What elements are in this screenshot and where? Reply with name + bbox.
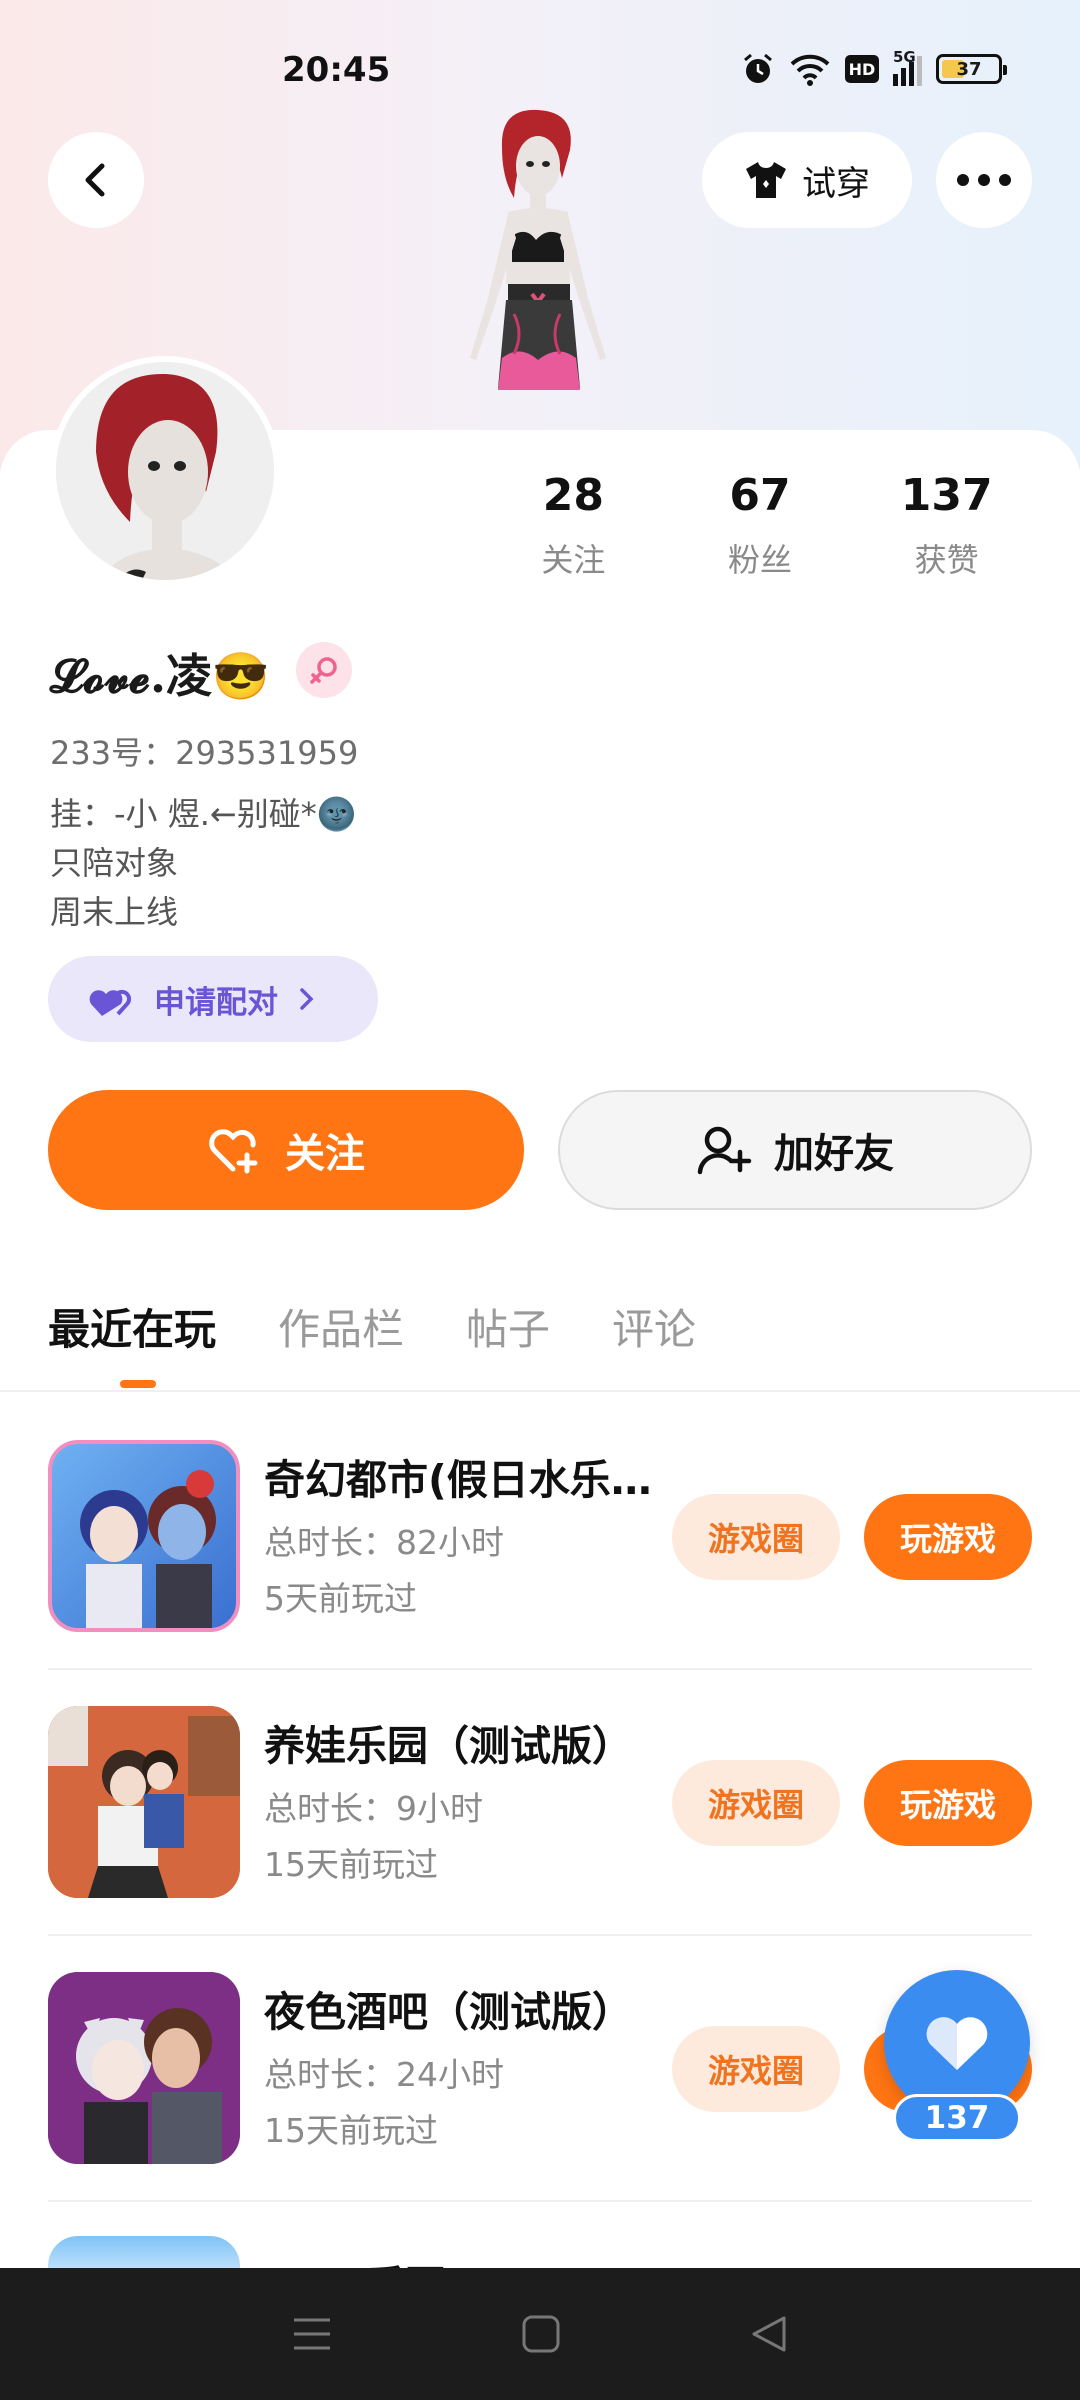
stat-fans[interactable]: 67 粉丝 bbox=[667, 470, 854, 581]
stat-likes[interactable]: 137 获赞 bbox=[853, 470, 1040, 581]
profile-name: 𝓛𝓸𝓿𝓮.凌😎 bbox=[50, 649, 270, 703]
system-nav-bar bbox=[0, 2268, 1080, 2400]
stat-fans-label: 粉丝 bbox=[728, 541, 793, 579]
more-button[interactable] bbox=[936, 132, 1032, 228]
game-icon bbox=[48, 1706, 240, 1898]
bio-line: 周末上线 bbox=[50, 893, 179, 931]
game-row[interactable]: 养娃乐园（测试版） 总时长：9小时 15天前玩过 游戏圈 玩游戏 bbox=[0, 1706, 1080, 1972]
game-last-played: 15天前玩过 bbox=[264, 2111, 438, 2150]
tab-posts[interactable]: 帖子 bbox=[466, 1296, 550, 1357]
heart-add-icon bbox=[209, 1129, 258, 1174]
add-friend-label: 加好友 bbox=[774, 1131, 894, 1177]
menu-icon[interactable] bbox=[292, 2316, 332, 2352]
follow-label: 关注 bbox=[285, 1131, 365, 1177]
stat-following-num: 28 bbox=[542, 470, 604, 521]
game-icon bbox=[48, 1972, 240, 2164]
follow-button[interactable]: 关注 bbox=[48, 1090, 524, 1210]
game-circle-button[interactable]: 游戏圈 bbox=[672, 1760, 840, 1846]
tab-comments[interactable]: 评论 bbox=[612, 1296, 696, 1357]
stat-likes-num: 137 bbox=[900, 470, 993, 521]
avatar[interactable] bbox=[50, 356, 280, 586]
back-button[interactable] bbox=[48, 132, 144, 228]
chevron-right-icon bbox=[300, 988, 314, 1010]
stat-likes-label: 获赞 bbox=[914, 541, 979, 579]
add-user-icon bbox=[697, 1126, 752, 1175]
apply-pair-label: 申请配对 bbox=[154, 984, 278, 1021]
row-divider bbox=[48, 1668, 1032, 1670]
game-last-played: 15天前玩过 bbox=[264, 1845, 438, 1884]
chevron-left-icon bbox=[85, 163, 105, 197]
user-id: 233号：293531959 bbox=[50, 734, 359, 772]
try-on-button[interactable]: 试穿 bbox=[702, 132, 912, 228]
more-dots-icon bbox=[957, 174, 1011, 186]
stat-following-label: 关注 bbox=[541, 541, 606, 579]
game-row[interactable]: 奇幻都市(假日水乐园) 总时长：82小时 5天前玩过 游戏圈 玩游戏 bbox=[0, 1440, 1080, 1706]
game-last-played: 5天前玩过 bbox=[264, 1579, 417, 1618]
back-triangle-icon[interactable] bbox=[750, 2315, 788, 2353]
row-divider bbox=[48, 2200, 1032, 2202]
game-duration: 总时长：24小时 bbox=[264, 2055, 504, 2094]
game-circle-button[interactable]: 游戏圈 bbox=[672, 1494, 840, 1580]
game-title: 夜色酒吧（测试版） bbox=[264, 1988, 633, 2036]
stat-following[interactable]: 28 关注 bbox=[480, 470, 667, 581]
alarm-icon bbox=[744, 53, 772, 83]
row-divider bbox=[48, 1934, 1032, 1936]
like-count-badge: 137 bbox=[893, 2094, 1021, 2142]
female-gender-icon bbox=[296, 642, 352, 698]
game-title: 奇幻都市(假日水乐园) bbox=[264, 1456, 654, 1504]
bio-line: 挂：-小 煜.←别碰*🌚 bbox=[50, 795, 357, 833]
profile-stats: 28 关注 67 粉丝 137 获赞 bbox=[480, 470, 1040, 581]
tab-recently-played[interactable]: 最近在玩 bbox=[48, 1296, 216, 1357]
profile-bio: 挂：-小 煜.←别碰*🌚 只陪对象 周末上线 bbox=[50, 790, 357, 937]
status-time: 20:45 bbox=[282, 50, 391, 90]
hd-icon: HD bbox=[845, 55, 879, 83]
status-icons: HD 5G 37 bbox=[741, 48, 1007, 86]
game-circle-button[interactable]: 游戏圈 bbox=[672, 2026, 840, 2112]
heart-icon bbox=[926, 2017, 988, 2070]
tab-works[interactable]: 作品栏 bbox=[278, 1296, 404, 1357]
add-friend-button[interactable]: 加好友 bbox=[558, 1090, 1032, 1210]
home-icon[interactable] bbox=[522, 2315, 560, 2353]
double-heart-icon bbox=[89, 989, 132, 1016]
game-icon bbox=[48, 1440, 240, 1632]
profile-tabs: 最近在玩 作品栏 帖子 评论 bbox=[48, 1296, 696, 1357]
tabs-divider bbox=[0, 1390, 1080, 1392]
play-game-button[interactable]: 玩游戏 bbox=[864, 1760, 1032, 1846]
battery-icon: 37 bbox=[936, 54, 1007, 84]
game-duration: 总时长：9小时 bbox=[264, 1789, 483, 1828]
game-title: 养娃乐园（测试版） bbox=[264, 1722, 633, 1770]
apply-pair-button[interactable]: 申请配对 bbox=[48, 956, 378, 1042]
play-game-button[interactable]: 玩游戏 bbox=[864, 1494, 1032, 1580]
tab-indicator bbox=[120, 1380, 156, 1388]
wifi-icon bbox=[790, 54, 830, 86]
game-duration: 总时长：82小时 bbox=[264, 1523, 504, 1562]
signal-icon: 5G bbox=[893, 48, 922, 86]
bio-line: 只陪对象 bbox=[50, 844, 179, 882]
try-on-label: 试穿 bbox=[802, 163, 870, 204]
tshirt-icon bbox=[746, 162, 786, 198]
character-figure bbox=[470, 109, 606, 390]
stat-fans-num: 67 bbox=[729, 470, 791, 521]
